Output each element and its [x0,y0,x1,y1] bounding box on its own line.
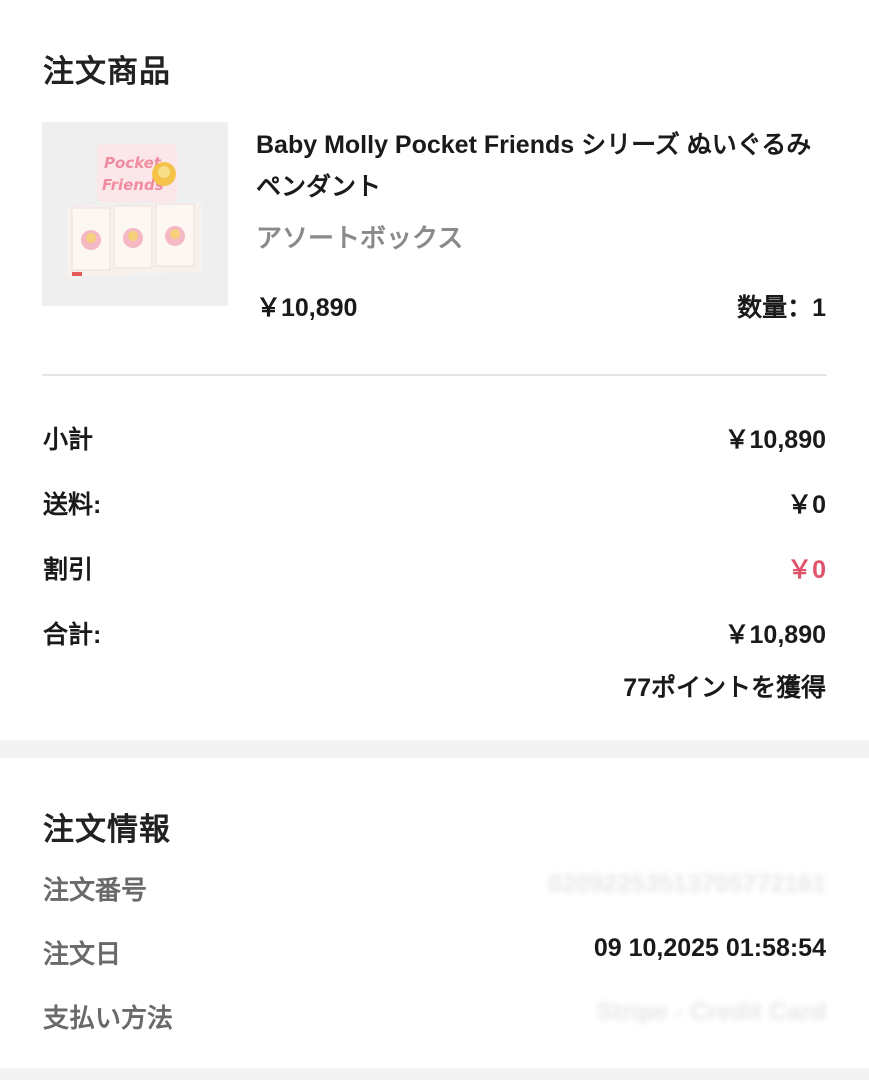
shipping-label: 送料: [43,491,102,519]
product-name[interactable]: Baby Molly Pocket Friends シリーズ ぬいぐるみペンダン… [256,124,821,208]
order-number-label: 注文番号 [43,875,148,905]
product-quantity: 数量：1 [737,294,826,322]
product-variant: アソートボックス [256,223,464,253]
points-earned: 77ポイントを獲得 [623,674,826,702]
product-price: ￥10,890 [256,294,358,322]
section-title-order-items: 注文商品 [43,54,171,89]
order-items-section: 注文商品 Pocket Friends Baby Molly Pocket Fr… [0,0,869,740]
payment-method-label: 支払い方法 [43,1003,174,1033]
order-info-section: 注文情報 注文番号 02092253513705772161 注文日 09 10… [0,758,869,1068]
section-separator [0,740,869,758]
discount-label: 割引 [43,556,94,584]
items-divider [42,374,827,376]
order-date-label: 注文日 [43,939,122,969]
order-number-value[interactable]: 02092253513705772161 [548,870,826,899]
subtotal-value: ￥10,890 [724,426,826,454]
order-date-value: 09 10,2025 01:58:54 [593,934,826,962]
discount-value: ￥0 [787,556,826,584]
section-title-order-info: 注文情報 [43,812,171,847]
shipping-value: ￥0 [787,491,826,519]
payment-method-value: Stripe - Credit Card [596,998,826,1026]
total-value: ￥10,890 [724,621,826,649]
subtotal-label: 小計 [43,426,94,454]
total-label: 合計: [43,621,102,649]
product-image[interactable]: Pocket Friends [42,122,228,306]
bottom-separator [0,1068,869,1080]
product-box-image-icon: Pocket Friends [42,122,228,306]
